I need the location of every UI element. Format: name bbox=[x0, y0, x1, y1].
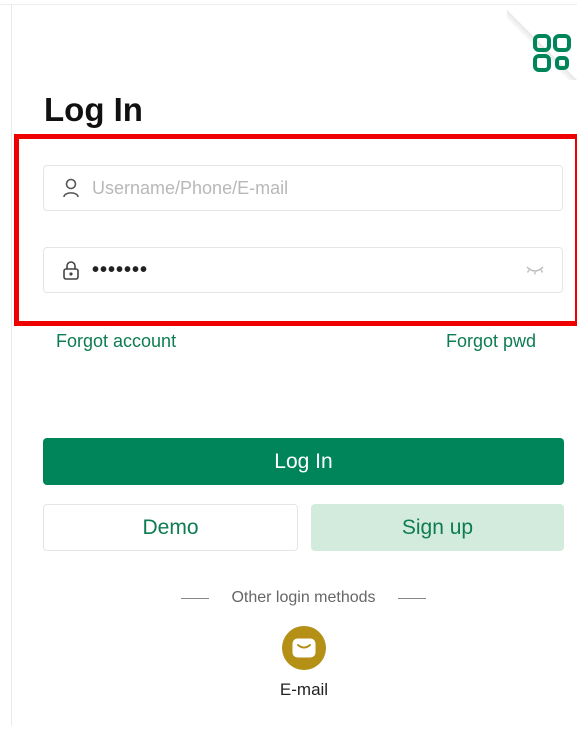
qr-login-toggle[interactable] bbox=[507, 10, 577, 80]
password-field bbox=[43, 247, 563, 293]
email-login-method[interactable]: E-mail bbox=[274, 626, 334, 700]
forgot-pwd-link[interactable]: Forgot pwd bbox=[446, 330, 536, 352]
highlight-box bbox=[14, 134, 577, 326]
login-page: Log In Forgot ac bbox=[0, 0, 577, 730]
demo-button[interactable]: Demo bbox=[43, 504, 298, 551]
username-input[interactable] bbox=[92, 168, 562, 208]
page-title: Log In bbox=[44, 91, 143, 128]
other-methods-divider: Other login methods bbox=[0, 588, 577, 608]
other-methods-label: Other login methods bbox=[231, 589, 376, 606]
email-method-label: E-mail bbox=[279, 680, 329, 699]
login-button[interactable]: Log In bbox=[43, 438, 564, 485]
divider-line-right bbox=[397, 597, 426, 599]
divider-line-left bbox=[181, 597, 210, 599]
signup-button[interactable]: Sign up bbox=[311, 504, 564, 551]
eye-closed-icon[interactable] bbox=[522, 260, 548, 280]
left-divider bbox=[11, 4, 12, 726]
email-icon bbox=[282, 626, 326, 670]
password-input[interactable] bbox=[92, 250, 522, 290]
user-icon bbox=[60, 177, 82, 199]
qr-code-icon bbox=[533, 34, 571, 72]
top-divider bbox=[0, 4, 577, 5]
username-field bbox=[43, 165, 563, 211]
lock-icon bbox=[60, 259, 82, 281]
forgot-account-link[interactable]: Forgot account bbox=[56, 330, 176, 352]
